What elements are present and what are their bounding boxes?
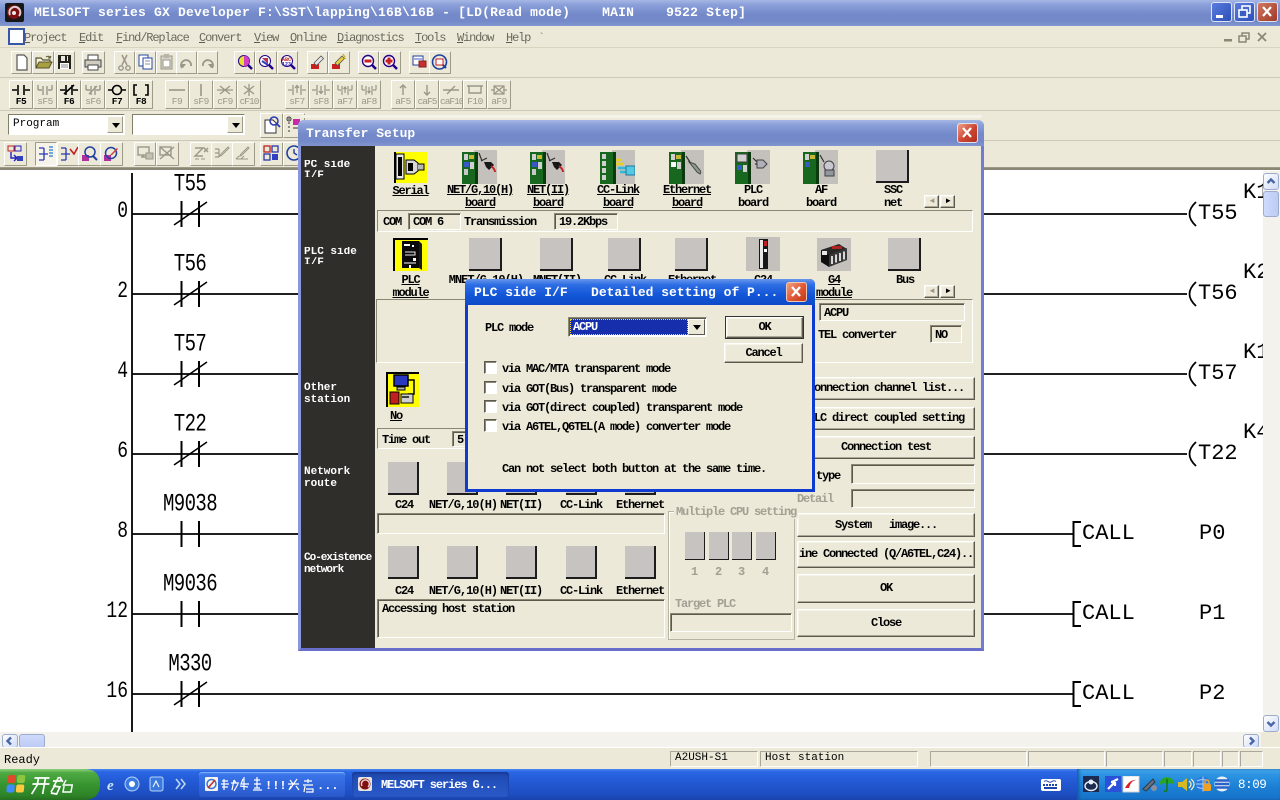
svg-text:...: ... [317, 779, 339, 793]
svg-text:e: e [107, 778, 114, 794]
svg-text:123: 123 [282, 62, 291, 68]
svg-text:!!!: !!! [265, 779, 287, 793]
